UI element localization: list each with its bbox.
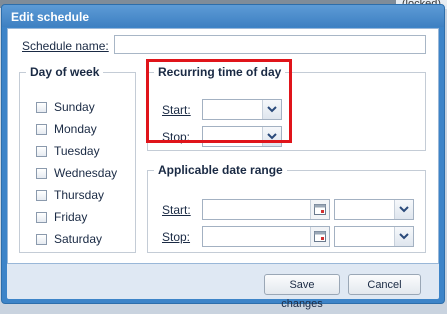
date-range-group: Applicable date range Start: Stop: — [147, 163, 426, 253]
date-stop-input[interactable] — [202, 226, 330, 247]
day-label: Sunday — [54, 100, 95, 114]
day-checkbox-saturday[interactable]: Saturday — [36, 231, 102, 247]
chevron-down-icon[interactable] — [394, 227, 413, 246]
calendar-icon[interactable] — [310, 227, 329, 246]
day-label: Tuesday — [54, 144, 100, 158]
calendar-icon[interactable] — [310, 200, 329, 219]
day-checkbox-monday[interactable]: Monday — [36, 121, 97, 137]
dialog-titlebar[interactable]: Edit schedule — [2, 5, 444, 27]
day-checkbox-friday[interactable]: Friday — [36, 209, 87, 225]
day-label: Saturday — [54, 232, 103, 246]
date-start-input[interactable] — [202, 199, 330, 220]
cancel-button[interactable]: Cancel — [348, 274, 421, 295]
day-of-week-group: Day of week Sunday Monday Tuesday Wednes… — [19, 65, 136, 253]
checkbox[interactable] — [36, 211, 47, 223]
date-range-legend: Applicable date range — [158, 163, 283, 177]
schedule-name-label: Schedule name: — [22, 39, 109, 53]
day-of-week-legend: Day of week — [30, 65, 100, 79]
day-label: Thursday — [54, 188, 105, 202]
checkbox[interactable] — [36, 233, 47, 245]
highlight-annotation — [146, 59, 292, 143]
dialog-title: Edit schedule — [11, 10, 90, 24]
dialog-footer: Save changes Cancel — [7, 264, 439, 310]
checkbox[interactable] — [36, 167, 47, 179]
date-stop-time-select[interactable] — [334, 226, 414, 247]
day-checkbox-sunday[interactable]: Sunday — [36, 99, 95, 115]
day-checkbox-tuesday[interactable]: Tuesday — [36, 143, 100, 159]
edit-schedule-dialog: Edit schedule Schedule name: Day of week… — [1, 4, 445, 310]
save-changes-button[interactable]: Save changes — [264, 274, 340, 310]
date-stop-label: Stop: — [162, 230, 191, 244]
day-label: Monday — [54, 122, 97, 136]
date-start-time-select[interactable] — [334, 199, 414, 220]
checkbox[interactable] — [36, 189, 47, 201]
day-label: Friday — [54, 210, 88, 224]
chevron-down-icon[interactable] — [394, 200, 413, 219]
checkbox[interactable] — [36, 123, 47, 135]
day-checkbox-thursday[interactable]: Thursday — [36, 187, 104, 203]
schedule-name-input[interactable] — [114, 35, 426, 54]
checkbox[interactable] — [36, 101, 47, 113]
checkbox[interactable] — [36, 145, 47, 157]
day-label: Wednesday — [54, 166, 118, 180]
day-checkbox-wednesday[interactable]: Wednesday — [36, 165, 117, 181]
date-start-label: Start: — [162, 203, 191, 217]
